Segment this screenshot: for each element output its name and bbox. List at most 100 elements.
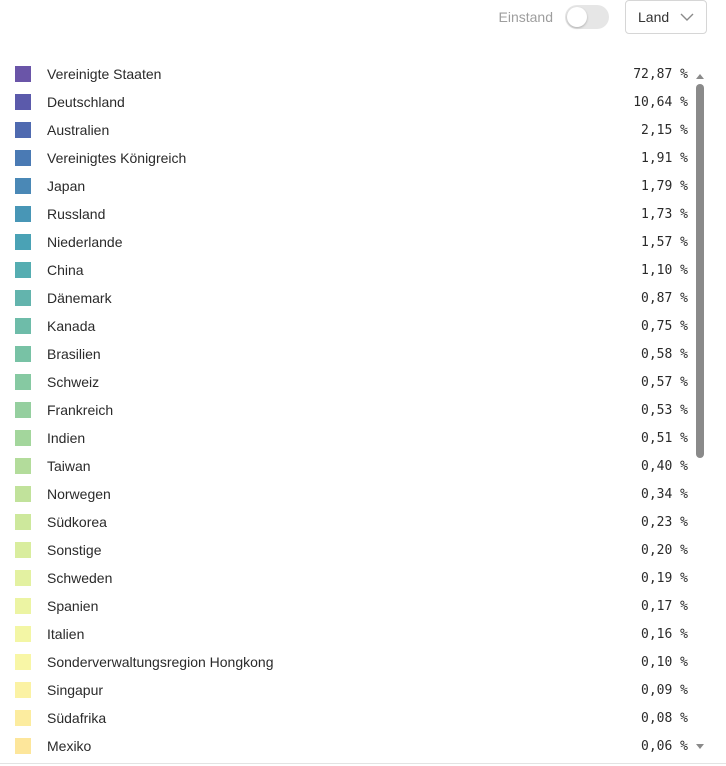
country-name: Dänemark (47, 290, 112, 306)
color-swatch (15, 682, 31, 698)
color-swatch (15, 150, 31, 166)
color-swatch (15, 374, 31, 390)
country-percentage: 0,51 % (641, 430, 688, 446)
country-name: Australien (47, 122, 110, 138)
country-percentage: 0,75 % (641, 318, 688, 334)
grouping-select[interactable]: Land (625, 0, 707, 34)
country-name: Vereinigte Staaten (47, 66, 162, 82)
color-swatch (15, 402, 31, 418)
country-name: Taiwan (47, 458, 91, 474)
country-percentage: 0,40 % (641, 458, 688, 474)
country-name: Südkorea (47, 514, 107, 530)
controls-bar: Einstand Land (499, 0, 707, 34)
country-name: Südafrika (47, 710, 107, 726)
color-swatch (15, 654, 31, 670)
color-swatch (15, 598, 31, 614)
country-name: Sonderverwaltungsregion Hongkong (47, 654, 274, 670)
color-swatch (15, 122, 31, 138)
list-item: Südafrika 0,08 % (15, 704, 688, 732)
country-percentage: 0,87 % (641, 290, 688, 306)
country-percentage: 0,23 % (641, 514, 688, 530)
list-item: Dänemark 0,87 % (15, 284, 688, 312)
country-percentage: 1,91 % (641, 150, 688, 166)
color-swatch (15, 94, 31, 110)
toggle-knob (567, 7, 587, 27)
country-name: Spanien (47, 598, 99, 614)
country-name: Brasilien (47, 346, 101, 362)
list-item: Norwegen 0,34 % (15, 480, 688, 508)
color-swatch (15, 514, 31, 530)
list-item: Singapur 0,09 % (15, 676, 688, 704)
country-percentage: 1,73 % (641, 206, 688, 222)
country-name: Singapur (47, 682, 104, 698)
country-percentage: 72,87 % (633, 66, 688, 82)
toggle-label: Einstand (498, 9, 553, 25)
scrollbar-thumb[interactable] (696, 84, 704, 458)
country-name: Niederlande (47, 234, 123, 250)
country-percentage: 0,58 % (641, 346, 688, 362)
country-percentage: 0,17 % (641, 598, 688, 614)
color-swatch (15, 66, 31, 82)
country-name: Schweden (47, 570, 113, 586)
country-percentage: 1,79 % (641, 178, 688, 194)
color-swatch (15, 178, 31, 194)
country-percentage: 1,57 % (641, 234, 688, 250)
color-swatch (15, 346, 31, 362)
color-swatch (15, 710, 31, 726)
list-item: Russland 1,73 % (15, 200, 688, 228)
chevron-down-icon (680, 13, 694, 21)
country-percentage: 0,19 % (641, 570, 688, 586)
list-item: Südkorea 0,23 % (15, 508, 688, 536)
color-swatch (15, 206, 31, 222)
country-name: Indien (47, 430, 86, 446)
divider (0, 763, 726, 764)
list-item: Vereinigte Staaten 72,87 % (15, 60, 688, 88)
country-percentage: 0,06 % (641, 738, 688, 754)
list-item: Spanien 0,17 % (15, 592, 688, 620)
country-name: Italien (47, 626, 85, 642)
country-name: Norwegen (47, 486, 111, 502)
list-item: Deutschland 10,64 % (15, 88, 688, 116)
country-percentage: 0,57 % (641, 374, 688, 390)
country-percentage: 0,34 % (641, 486, 688, 502)
country-name: Mexiko (47, 738, 92, 754)
country-name: Deutschland (47, 94, 125, 110)
country-percentage: 10,64 % (633, 94, 688, 110)
list-item: Sonstige 0,20 % (15, 536, 688, 564)
list-item: Taiwan 0,40 % (15, 452, 688, 480)
list-item: Vereinigtes Königreich 1,91 % (15, 144, 688, 172)
color-swatch (15, 262, 31, 278)
country-percentage: 0,08 % (641, 710, 688, 726)
color-swatch (15, 234, 31, 250)
color-swatch (15, 542, 31, 558)
allocation-panel: Einstand Land Vereinigte Staaten 72,87 % D… (0, 0, 726, 766)
country-percentage: 0,16 % (641, 626, 688, 642)
country-percentage: 0,20 % (641, 542, 688, 558)
scroll-down-arrow[interactable] (695, 738, 705, 749)
triangle-down-icon (696, 744, 704, 749)
country-name: Japan (47, 178, 86, 194)
color-swatch (15, 458, 31, 474)
color-swatch (15, 570, 31, 586)
list-item: Indien 0,51 % (15, 424, 688, 452)
scroll-up-arrow[interactable] (695, 67, 705, 79)
list-item: Japan 1,79 % (15, 172, 688, 200)
country-name: China (47, 262, 84, 278)
country-name: Vereinigtes Königreich (47, 150, 187, 166)
country-percentage: 0,09 % (641, 682, 688, 698)
list-item: Italien 0,16 % (15, 620, 688, 648)
country-percentage: 1,10 % (641, 262, 688, 278)
list-item: Frankreich 0,53 % (15, 396, 688, 424)
color-swatch (15, 290, 31, 306)
country-name: Sonstige (47, 542, 102, 558)
list-item: Kanada 0,75 % (15, 312, 688, 340)
color-swatch (15, 486, 31, 502)
country-percentage: 0,10 % (641, 654, 688, 670)
list-item: Schweiz 0,57 % (15, 368, 688, 396)
einstand-toggle[interactable] (565, 5, 609, 29)
country-name: Kanada (47, 318, 96, 334)
list-item: Niederlande 1,57 % (15, 228, 688, 256)
color-swatch (15, 430, 31, 446)
select-value: Land (638, 9, 670, 25)
color-swatch (15, 318, 31, 334)
